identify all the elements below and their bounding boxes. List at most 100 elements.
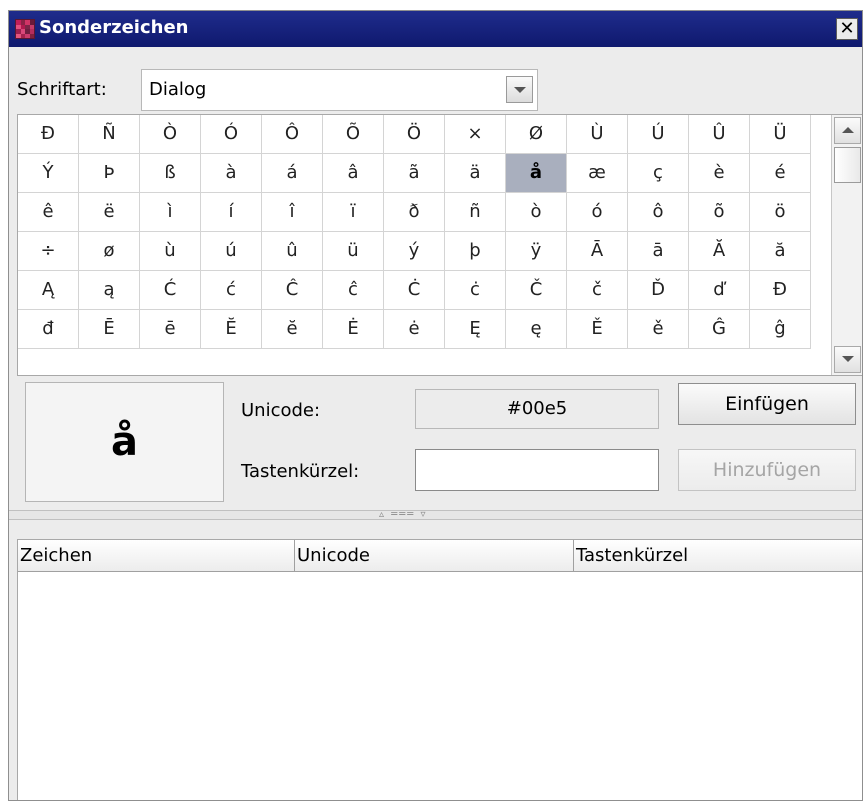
splitter-divider[interactable]: ▵ ═══ ▿ [9,509,862,520]
char-cell[interactable]: ě [628,310,689,349]
char-cell[interactable]: ø [79,232,140,271]
char-cell[interactable]: Ę [445,310,506,349]
char-cell[interactable]: ð [384,193,445,232]
char-cell[interactable]: Ù [567,115,628,154]
char-cell[interactable]: ā [628,232,689,271]
char-cell[interactable]: ï [323,193,384,232]
scroll-thumb[interactable] [834,147,861,183]
char-cell[interactable]: Ø [506,115,567,154]
char-cell[interactable]: ĉ [323,271,384,310]
char-cell[interactable]: Ĝ [689,310,750,349]
font-row: Schriftart: Dialog [9,67,862,111]
char-cell[interactable]: Ô [262,115,323,154]
char-cell[interactable]: Ĉ [262,271,323,310]
char-cell[interactable]: ó [567,193,628,232]
char-cell[interactable]: Ö [384,115,445,154]
font-label: Schriftart: [17,79,107,100]
char-cell[interactable]: Ě [567,310,628,349]
char-cell[interactable]: þ [445,232,506,271]
char-cell[interactable]: Þ [79,154,140,193]
scroll-up-icon[interactable] [834,117,861,144]
char-cell[interactable]: ÷ [18,232,79,271]
char-cell[interactable]: Ü [750,115,811,154]
char-cell[interactable]: Ā [567,232,628,271]
char-cell[interactable]: Ē [79,310,140,349]
char-cell[interactable]: ę [506,310,567,349]
char-cell[interactable]: ü [323,232,384,271]
chevron-down-icon[interactable] [506,76,533,103]
char-cell[interactable]: Ă [689,232,750,271]
char-cell[interactable]: ö [750,193,811,232]
char-cell[interactable]: è [689,154,750,193]
char-cell[interactable]: ë [79,193,140,232]
char-cell[interactable]: Ý [18,154,79,193]
char-cell[interactable]: ç [628,154,689,193]
splitter-grip-icon[interactable]: ▵ ═══ ▿ [379,509,427,520]
char-cell[interactable]: Đ [750,271,811,310]
char-cell[interactable]: Č [506,271,567,310]
char-cell[interactable]: ē [140,310,201,349]
char-cell[interactable]: Ó [201,115,262,154]
char-cell[interactable]: ß [140,154,201,193]
char-cell[interactable]: ú [201,232,262,271]
window-title: Sonderzeichen [39,17,189,38]
char-cell[interactable]: ĝ [750,310,811,349]
char-cell[interactable]: đ [18,310,79,349]
insert-button[interactable]: Einfügen [678,383,856,425]
char-cell[interactable]: ò [506,193,567,232]
char-cell[interactable]: à [201,154,262,193]
shortcut-input[interactable] [415,449,659,491]
char-cell[interactable]: õ [689,193,750,232]
char-cell[interactable]: Ú [628,115,689,154]
char-cell[interactable]: ù [140,232,201,271]
char-cell[interactable]: ć [201,271,262,310]
title-bar[interactable]: Sonderzeichen ✕ [9,11,862,47]
char-cell[interactable]: û [262,232,323,271]
char-cell[interactable]: ê [18,193,79,232]
char-cell[interactable]: Û [689,115,750,154]
close-icon: ✕ [839,18,855,39]
char-cell[interactable]: ñ [445,193,506,232]
char-cell[interactable]: ă [750,232,811,271]
char-cell[interactable]: ä [445,154,506,193]
char-cell[interactable]: å [506,154,567,193]
unicode-value: #00e5 [506,398,568,419]
close-button[interactable]: ✕ [836,18,858,40]
char-cell[interactable]: Õ [323,115,384,154]
char-cell[interactable]: á [262,154,323,193]
char-cell[interactable]: Ĕ [201,310,262,349]
char-cell[interactable]: Ð [18,115,79,154]
char-cell[interactable]: ċ [445,271,506,310]
char-cell[interactable]: ì [140,193,201,232]
char-cell[interactable]: ė [384,310,445,349]
char-cell[interactable]: ÿ [506,232,567,271]
scroll-down-icon[interactable] [834,346,861,373]
char-cell[interactable]: â [323,154,384,193]
column-header-character[interactable]: Zeichen [18,540,295,571]
char-cell[interactable]: î [262,193,323,232]
char-cell[interactable]: Ñ [79,115,140,154]
add-shortcut-button[interactable]: Hinzufügen [678,449,856,491]
char-cell[interactable]: ý [384,232,445,271]
char-cell[interactable]: Ć [140,271,201,310]
char-cell[interactable]: Ą [18,271,79,310]
char-cell[interactable]: æ [567,154,628,193]
column-header-unicode[interactable]: Unicode [295,540,574,571]
column-header-shortcut[interactable]: Tastenkürzel [574,540,862,571]
char-cell[interactable]: Ċ [384,271,445,310]
char-cell[interactable]: é [750,154,811,193]
font-dropdown[interactable]: Dialog [141,69,538,111]
char-cell[interactable]: č [567,271,628,310]
grid-scrollbar[interactable] [831,115,862,375]
char-cell[interactable]: Ė [323,310,384,349]
char-cell[interactable]: × [445,115,506,154]
char-cell[interactable]: Ò [140,115,201,154]
char-cell[interactable]: í [201,193,262,232]
char-cell[interactable]: ĕ [262,310,323,349]
shortcut-label: Tastenkürzel: [241,461,360,482]
char-cell[interactable]: ď [689,271,750,310]
char-cell[interactable]: ą [79,271,140,310]
char-cell[interactable]: ã [384,154,445,193]
char-cell[interactable]: ô [628,193,689,232]
char-cell[interactable]: Ď [628,271,689,310]
